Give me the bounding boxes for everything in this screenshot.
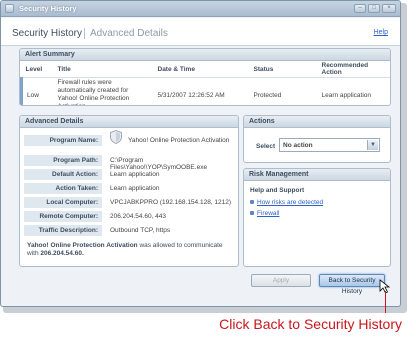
local-computer-label: Local Computer:: [24, 197, 102, 208]
back-to-security-history-button[interactable]: Back to Security History: [319, 274, 385, 295]
column-header: Recommended Action: [317, 61, 390, 78]
actions-panel: Actions Select No action ▼: [243, 115, 391, 163]
advanced-details-heading: Advanced Details: [20, 116, 238, 128]
alert-summary-table: Level Title Date & Time Status Recommend…: [20, 61, 391, 105]
column-header: Date & Time: [153, 61, 250, 78]
action-select-value: No action: [283, 142, 313, 149]
alert-datetime: 5/31/2007 12:26:52 AM: [157, 91, 225, 99]
link-label: Firewall: [257, 210, 280, 217]
remote-computer-value: 206.204.54.60, 443: [110, 213, 167, 220]
action-taken-label: Action Taken:: [24, 183, 102, 194]
alert-status: Protected: [253, 91, 282, 99]
program-name-label: Program Name:: [24, 135, 102, 146]
local-computer-value: VPCJABKPPRO (192.168.154.128, 1212): [110, 199, 232, 206]
chevron-down-icon[interactable]: ▼: [367, 140, 378, 150]
program-path-label: Program Path:: [24, 155, 102, 166]
alert-level: Low: [20, 77, 54, 105]
risk-management-heading: Risk Management: [244, 169, 390, 181]
action-taken-value: Learn application: [110, 185, 160, 192]
security-history-window: Security History – □ × Security History …: [0, 0, 401, 307]
apply-button[interactable]: Apply: [251, 274, 311, 287]
program-path-value: C:\Program Files\Yahoo!\YOP\SymOOBE.exe: [110, 157, 208, 171]
maximize-button[interactable]: □: [368, 4, 380, 13]
app-icon: [5, 4, 14, 13]
help-support-heading: Help and Support: [250, 187, 305, 194]
action-select[interactable]: No action ▼: [279, 138, 380, 152]
page-title: Security History: [12, 28, 83, 39]
advanced-details-panel: Advanced Details Program Name: Yahoo! On…: [19, 115, 239, 267]
actions-heading: Actions: [244, 116, 390, 128]
title-bar: Security History – □ ×: [1, 1, 400, 17]
bullet-icon: [250, 211, 254, 216]
firewall-link[interactable]: Firewall: [250, 210, 279, 217]
program-name-value: Yahoo! Online Protection Activation: [128, 137, 230, 144]
how-risks-detected-link[interactable]: How risks are detected: [250, 199, 323, 206]
alert-title: Firewall rules were automatically create…: [57, 79, 130, 105]
risk-management-panel: Risk Management Help and Support How ris…: [243, 168, 391, 267]
select-label: Select: [256, 143, 276, 150]
alert-recommended-action: Learn application: [321, 91, 372, 99]
minimize-button[interactable]: –: [354, 4, 366, 13]
link-label: How risks are detected: [257, 199, 324, 206]
remote-computer-label: Remote Computer:: [24, 211, 102, 222]
shield-icon: [110, 130, 122, 144]
note-program: Yahoo! Online Protection Activation: [27, 242, 138, 249]
alert-table-header: Level Title Date & Time Status Recommend…: [21, 61, 390, 78]
traffic-description-label: Traffic Description:: [24, 225, 102, 236]
note-ip: 206.204.54.60.: [40, 250, 84, 257]
bullet-icon: [250, 200, 254, 205]
window-title: Security History: [19, 4, 77, 13]
alert-summary-heading: Alert Summary: [20, 49, 390, 61]
callout-line: [385, 291, 386, 313]
instruction-callout: Click Back to Security History: [219, 316, 402, 332]
traffic-description-value: Outbound TCP, https: [110, 227, 171, 234]
page-subtitle: Advanced Details: [84, 28, 168, 39]
column-header: Level: [21, 61, 54, 78]
close-button[interactable]: ×: [382, 4, 396, 13]
help-link[interactable]: Help: [374, 29, 388, 36]
default-action-label: Default Action:: [24, 169, 102, 180]
column-header: Title: [53, 61, 154, 78]
page-header: Security History Advanced Details Help: [1, 18, 400, 46]
alert-summary-panel: Alert Summary Level Title Date & Time St…: [19, 48, 391, 106]
default-action-value: Learn application: [110, 171, 160, 178]
column-header: Status: [249, 61, 318, 78]
communication-note: Yahoo! Online Protection Activation was …: [27, 242, 227, 258]
table-row[interactable]: Low Firewall rules were automatically cr…: [20, 77, 391, 105]
